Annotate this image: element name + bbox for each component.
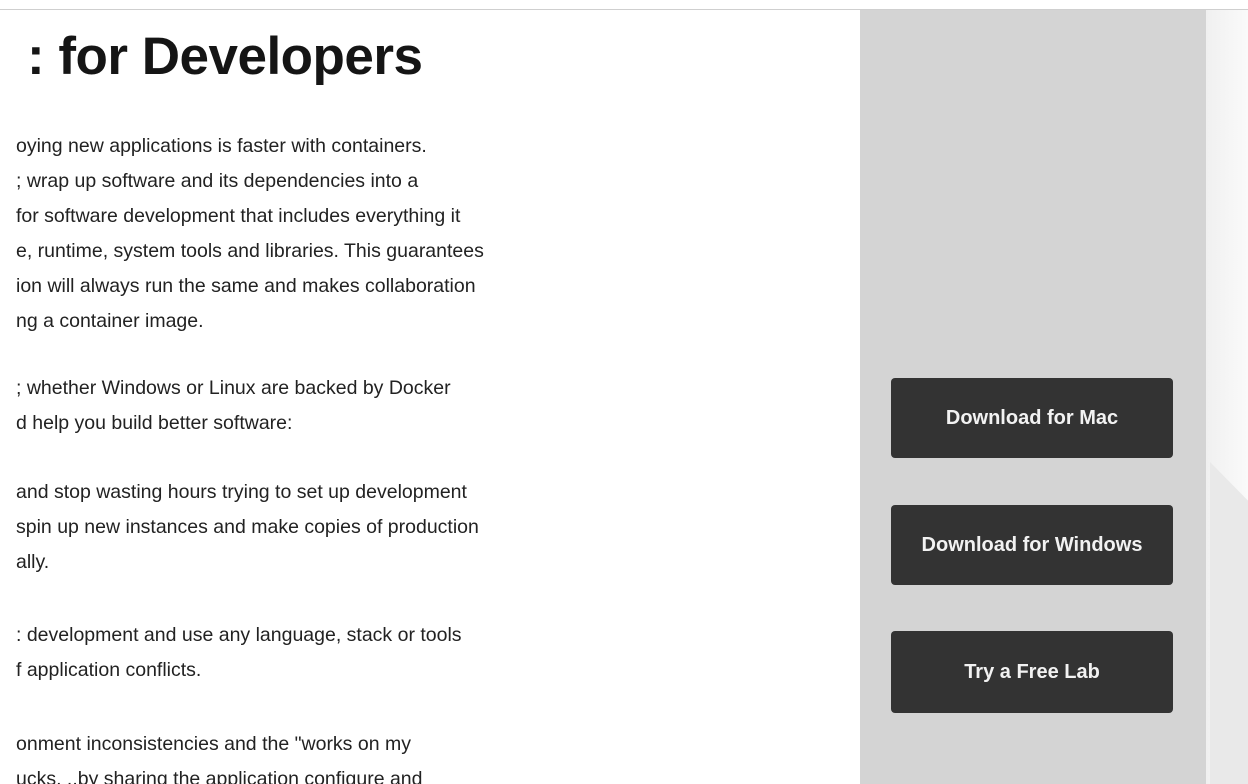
page-title: : for Developers <box>27 27 423 86</box>
download-windows-button[interactable]: Download for Windows <box>891 505 1173 585</box>
paragraph-line: oying new applications is faster with co… <box>16 135 427 157</box>
paragraph-line: ally. <box>16 551 50 573</box>
paragraph-line: ng a container image. <box>16 310 204 332</box>
paragraph-line: onment inconsistencies and the "works on… <box>16 733 411 755</box>
decorative-wedge <box>1210 462 1248 784</box>
paragraph-windows-linux: ; whether Windows or Linux are backed by… <box>16 371 451 441</box>
paragraph-line: for software development that includes e… <box>16 205 461 227</box>
paragraph-languages: : development and use any language, stac… <box>16 618 462 688</box>
paragraph-line: ; whether Windows or Linux are backed by… <box>16 377 451 399</box>
paragraph-intro: oying new applications is faster with co… <box>16 129 484 339</box>
paragraph-inconsistencies: onment inconsistencies and the "works on… <box>16 727 423 784</box>
paragraph-line: f application conflicts. <box>16 659 202 681</box>
main-content: : for Developers oying new applications … <box>0 0 860 784</box>
paragraph-line: ion will always run the same and makes c… <box>16 275 476 297</box>
paragraph-line: ; wrap up software and its dependencies … <box>16 170 419 192</box>
paragraph-line: : development and use any language, stac… <box>16 624 462 646</box>
paragraph-line: d help you build better software: <box>16 412 293 434</box>
download-mac-button[interactable]: Download for Mac <box>891 378 1173 458</box>
paragraph-setup: and stop wasting hours trying to set up … <box>16 475 479 580</box>
paragraph-line: and stop wasting hours trying to set up … <box>16 481 467 503</box>
paragraph-line: spin up new instances and make copies of… <box>16 516 479 538</box>
try-free-lab-button[interactable]: Try a Free Lab <box>891 631 1173 713</box>
paragraph-line: e, runtime, system tools and libraries. … <box>16 240 484 262</box>
paragraph-line: ucks. ..by sharing the application confi… <box>16 768 423 784</box>
